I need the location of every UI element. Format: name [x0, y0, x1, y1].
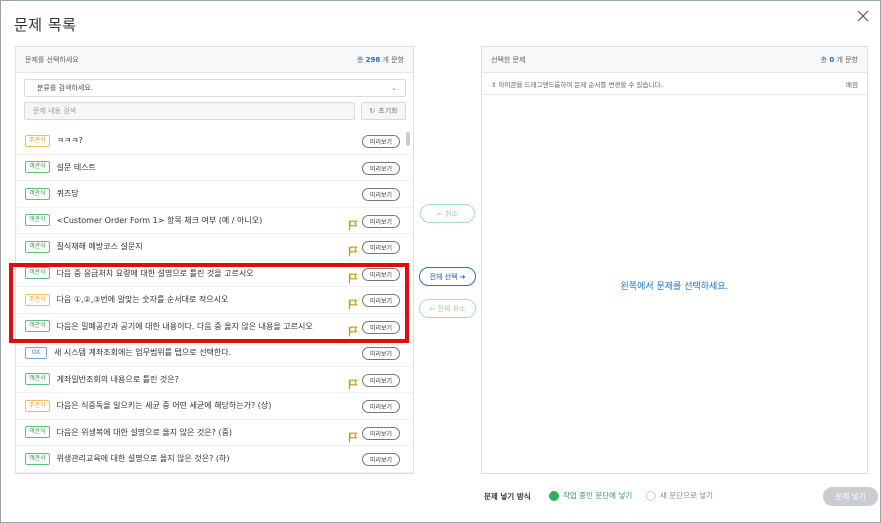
- right-panel-heading: 선택한 문제: [491, 55, 526, 64]
- preview-button[interactable]: 미리보기: [362, 214, 400, 228]
- preview-button[interactable]: 미리보기: [362, 320, 400, 334]
- arrow-left-icon: ←: [437, 209, 443, 218]
- points-label: 배점: [846, 80, 858, 89]
- scrollbar-thumb[interactable]: [406, 132, 410, 146]
- question-type-badge: 주관식: [25, 399, 50, 412]
- insert-questions-button[interactable]: 문제 넣기: [823, 487, 878, 506]
- question-type-badge: 객관식: [25, 214, 50, 227]
- cancel-all-button[interactable]: ← 전체 취소: [419, 299, 476, 318]
- question-row[interactable]: 객관식 질식재해 예방코스 설문지 미리보기: [16, 234, 413, 261]
- right-panel-count: 총 0 개 문항: [820, 55, 858, 64]
- scrollbar[interactable]: [406, 128, 410, 474]
- flag-icon: [348, 216, 358, 235]
- question-text: 다음은 밀폐공간과 공기에 대한 내용이다. 다음 중 옳지 않은 내용을 고르…: [56, 321, 313, 331]
- chevron-down-icon: ⌄: [391, 84, 397, 92]
- preview-button[interactable]: 미리보기: [362, 294, 400, 307]
- question-text: <Customer Order Form 1> 항목 체크 여부 (예 / 아니…: [56, 215, 263, 225]
- preview-button[interactable]: 미리보기: [362, 135, 400, 148]
- right-panel-header: 선택한 문제 총 0 개 문항: [482, 47, 867, 73]
- question-text: 다음 중 응급처치 요령에 대한 설명으로 틀린 것을 고르시오: [56, 268, 254, 278]
- question-type-badge: 객관식: [25, 452, 50, 465]
- preview-button[interactable]: 미리보기: [362, 161, 400, 175]
- preview-button[interactable]: 미리보기: [362, 426, 400, 440]
- question-type-badge: 주관식: [25, 134, 50, 147]
- question-row[interactable]: 객관식 퀴즈당 미리보기: [16, 181, 413, 208]
- question-row[interactable]: 주관식 ㅋㅋㅋ? 미리보기: [16, 128, 413, 155]
- question-type-badge: 객관식: [25, 267, 50, 280]
- select-all-button[interactable]: 전체 선택 ➜: [419, 267, 476, 286]
- selected-questions-panel: 선택한 문제 총 0 개 문항 ⇕ 아이콘을 드래그앤드롭하여 문제 순서를 변…: [481, 46, 868, 474]
- question-text: ㅋㅋㅋ?: [56, 136, 83, 146]
- question-type-badge: 객관식: [25, 187, 50, 200]
- reorder-hint-bar: ⇕ 아이콘을 드래그앤드롭하여 문제 순서를 변경할 수 있습니다. 배점: [482, 73, 867, 95]
- preview-button[interactable]: 미리보기: [362, 453, 400, 466]
- question-row[interactable]: 객관식 다음은 위생복에 대한 설명으로 옳지 않은 것은? (중) 미리보기: [16, 420, 413, 447]
- preview-button[interactable]: 미리보기: [362, 267, 400, 281]
- question-row[interactable]: OX 새 시스템 계좌조회에는 업무범위를 탭으로 선택한다. 미리보기: [16, 340, 413, 367]
- flag-icon: [348, 322, 358, 341]
- question-text: 다음은 식중독을 일으키는 세균 중 어떤 세균에 해당하는가? (상): [56, 401, 272, 411]
- radio-current-paragraph[interactable]: 작업 중인 문단에 넣기: [549, 490, 632, 501]
- arrow-right-icon: ➜: [459, 272, 466, 281]
- question-type-badge: 주관식: [25, 293, 50, 306]
- question-text: 다음 ①,②,③번에 알맞는 숫자를 순서대로 적으시오: [56, 295, 229, 305]
- flag-icon: [348, 428, 358, 447]
- radio-unchecked-icon: [646, 490, 656, 501]
- arrow-left-icon: ←: [429, 304, 436, 313]
- cancel-button[interactable]: ← 취소: [420, 204, 475, 223]
- preview-button[interactable]: 미리보기: [362, 373, 400, 387]
- question-text: 계좌일반조회의 내용으로 틀린 것은?: [56, 374, 179, 384]
- flag-icon: [348, 375, 358, 394]
- question-text: 퀴즈당: [56, 189, 79, 199]
- refresh-icon: ↻: [369, 107, 376, 115]
- question-text: 위생관리교육에 대한 설명으로 옳지 않은 것은? (하): [56, 454, 230, 464]
- question-row[interactable]: 주관식 다음 ①,②,③번에 알맞는 숫자를 순서대로 적으시오 미리보기: [16, 287, 413, 314]
- modal-title: 문제 목록: [14, 16, 77, 34]
- question-row[interactable]: 객관식 계좌일반조회의 내용으로 틀린 것은? 미리보기: [16, 367, 413, 394]
- category-select-value: 분류를 검색하세요.: [37, 84, 93, 92]
- reorder-hint: ⇕ 아이콘을 드래그앤드롭하여 문제 순서를 변경할 수 있습니다.: [491, 80, 663, 89]
- preview-button[interactable]: 미리보기: [362, 241, 400, 254]
- sort-icon: ⇕: [491, 80, 497, 89]
- question-row[interactable]: 주관식 다음은 식중독을 일으키는 세균 중 어떤 세균에 해당하는가? (상) 미…: [16, 393, 413, 420]
- question-row[interactable]: 객관식 다음은 밀폐공간과 공기에 대한 내용이다. 다음 중 옳지 않은 내용을…: [16, 314, 413, 341]
- question-type-badge: 객관식: [25, 373, 50, 386]
- empty-message: 왼쪽에서 문제를 선택하세요.: [620, 282, 729, 292]
- preview-button[interactable]: 미리보기: [362, 188, 400, 201]
- question-row[interactable]: 객관식 다음 중 응급처치 요령에 대한 설명으로 틀린 것을 고르시오 미리보기: [16, 261, 413, 288]
- question-text: 다음은 위생복에 대한 설명으로 옳지 않은 것은? (중): [56, 427, 233, 437]
- insert-method-label: 문제 넣기 방식: [484, 492, 531, 501]
- question-text: 질식재해 예방코스 설문지: [56, 242, 143, 252]
- left-panel-count: 총 298 개 문항: [356, 55, 404, 64]
- question-list-modal: 문제 목록 문제를 선택하세요 총 298 개 문항 분류를 검색하세요. ⌄ …: [0, 0, 881, 523]
- question-list: 주관식 ㅋㅋㅋ? 미리보기 객관식 설문 테스트 미리보기 객관식 퀴즈당 미리보기 객관식 <Cu…: [16, 128, 413, 474]
- question-type-badge: 객관식: [25, 161, 50, 174]
- left-panel-header: 문제를 선택하세요 총 298 개 문항: [16, 47, 413, 73]
- question-row[interactable]: 객관식 설문 테스트 미리보기: [16, 155, 413, 181]
- question-source-panel: 문제를 선택하세요 총 298 개 문항 분류를 검색하세요. ⌄ ↻ 초기화 …: [15, 46, 414, 474]
- flag-icon: [348, 295, 358, 314]
- question-type-badge: 객관식: [25, 426, 50, 439]
- question-text: 설문 테스트: [56, 162, 96, 172]
- question-type-badge: 객관식: [25, 320, 50, 333]
- question-type-badge: 객관식: [25, 240, 50, 253]
- radio-new-paragraph[interactable]: 새 문단으로 넣기: [646, 490, 713, 501]
- reset-button[interactable]: ↻ 초기화: [361, 102, 406, 120]
- search-input[interactable]: [24, 102, 355, 120]
- left-panel-heading: 문제를 선택하세요: [25, 55, 79, 64]
- flag-icon: [348, 242, 358, 261]
- preview-button[interactable]: 미리보기: [362, 347, 400, 360]
- radio-checked-icon: [549, 490, 559, 501]
- question-row[interactable]: 객관식 위생관리교육에 대한 설명으로 옳지 않은 것은? (하) 미리보기: [16, 446, 413, 473]
- flag-icon: [348, 269, 358, 288]
- close-icon[interactable]: [856, 9, 872, 25]
- preview-button[interactable]: 미리보기: [362, 400, 400, 413]
- category-select[interactable]: 분류를 검색하세요. ⌄: [24, 79, 406, 97]
- question-text: 새 시스템 계좌조회에는 업무범위를 탭으로 선택한다.: [54, 348, 232, 358]
- question-row[interactable]: 객관식 <Customer Order Form 1> 항목 체크 여부 (예 /…: [16, 208, 413, 235]
- reset-label: 초기화: [378, 107, 398, 115]
- question-type-badge: OX: [25, 346, 47, 359]
